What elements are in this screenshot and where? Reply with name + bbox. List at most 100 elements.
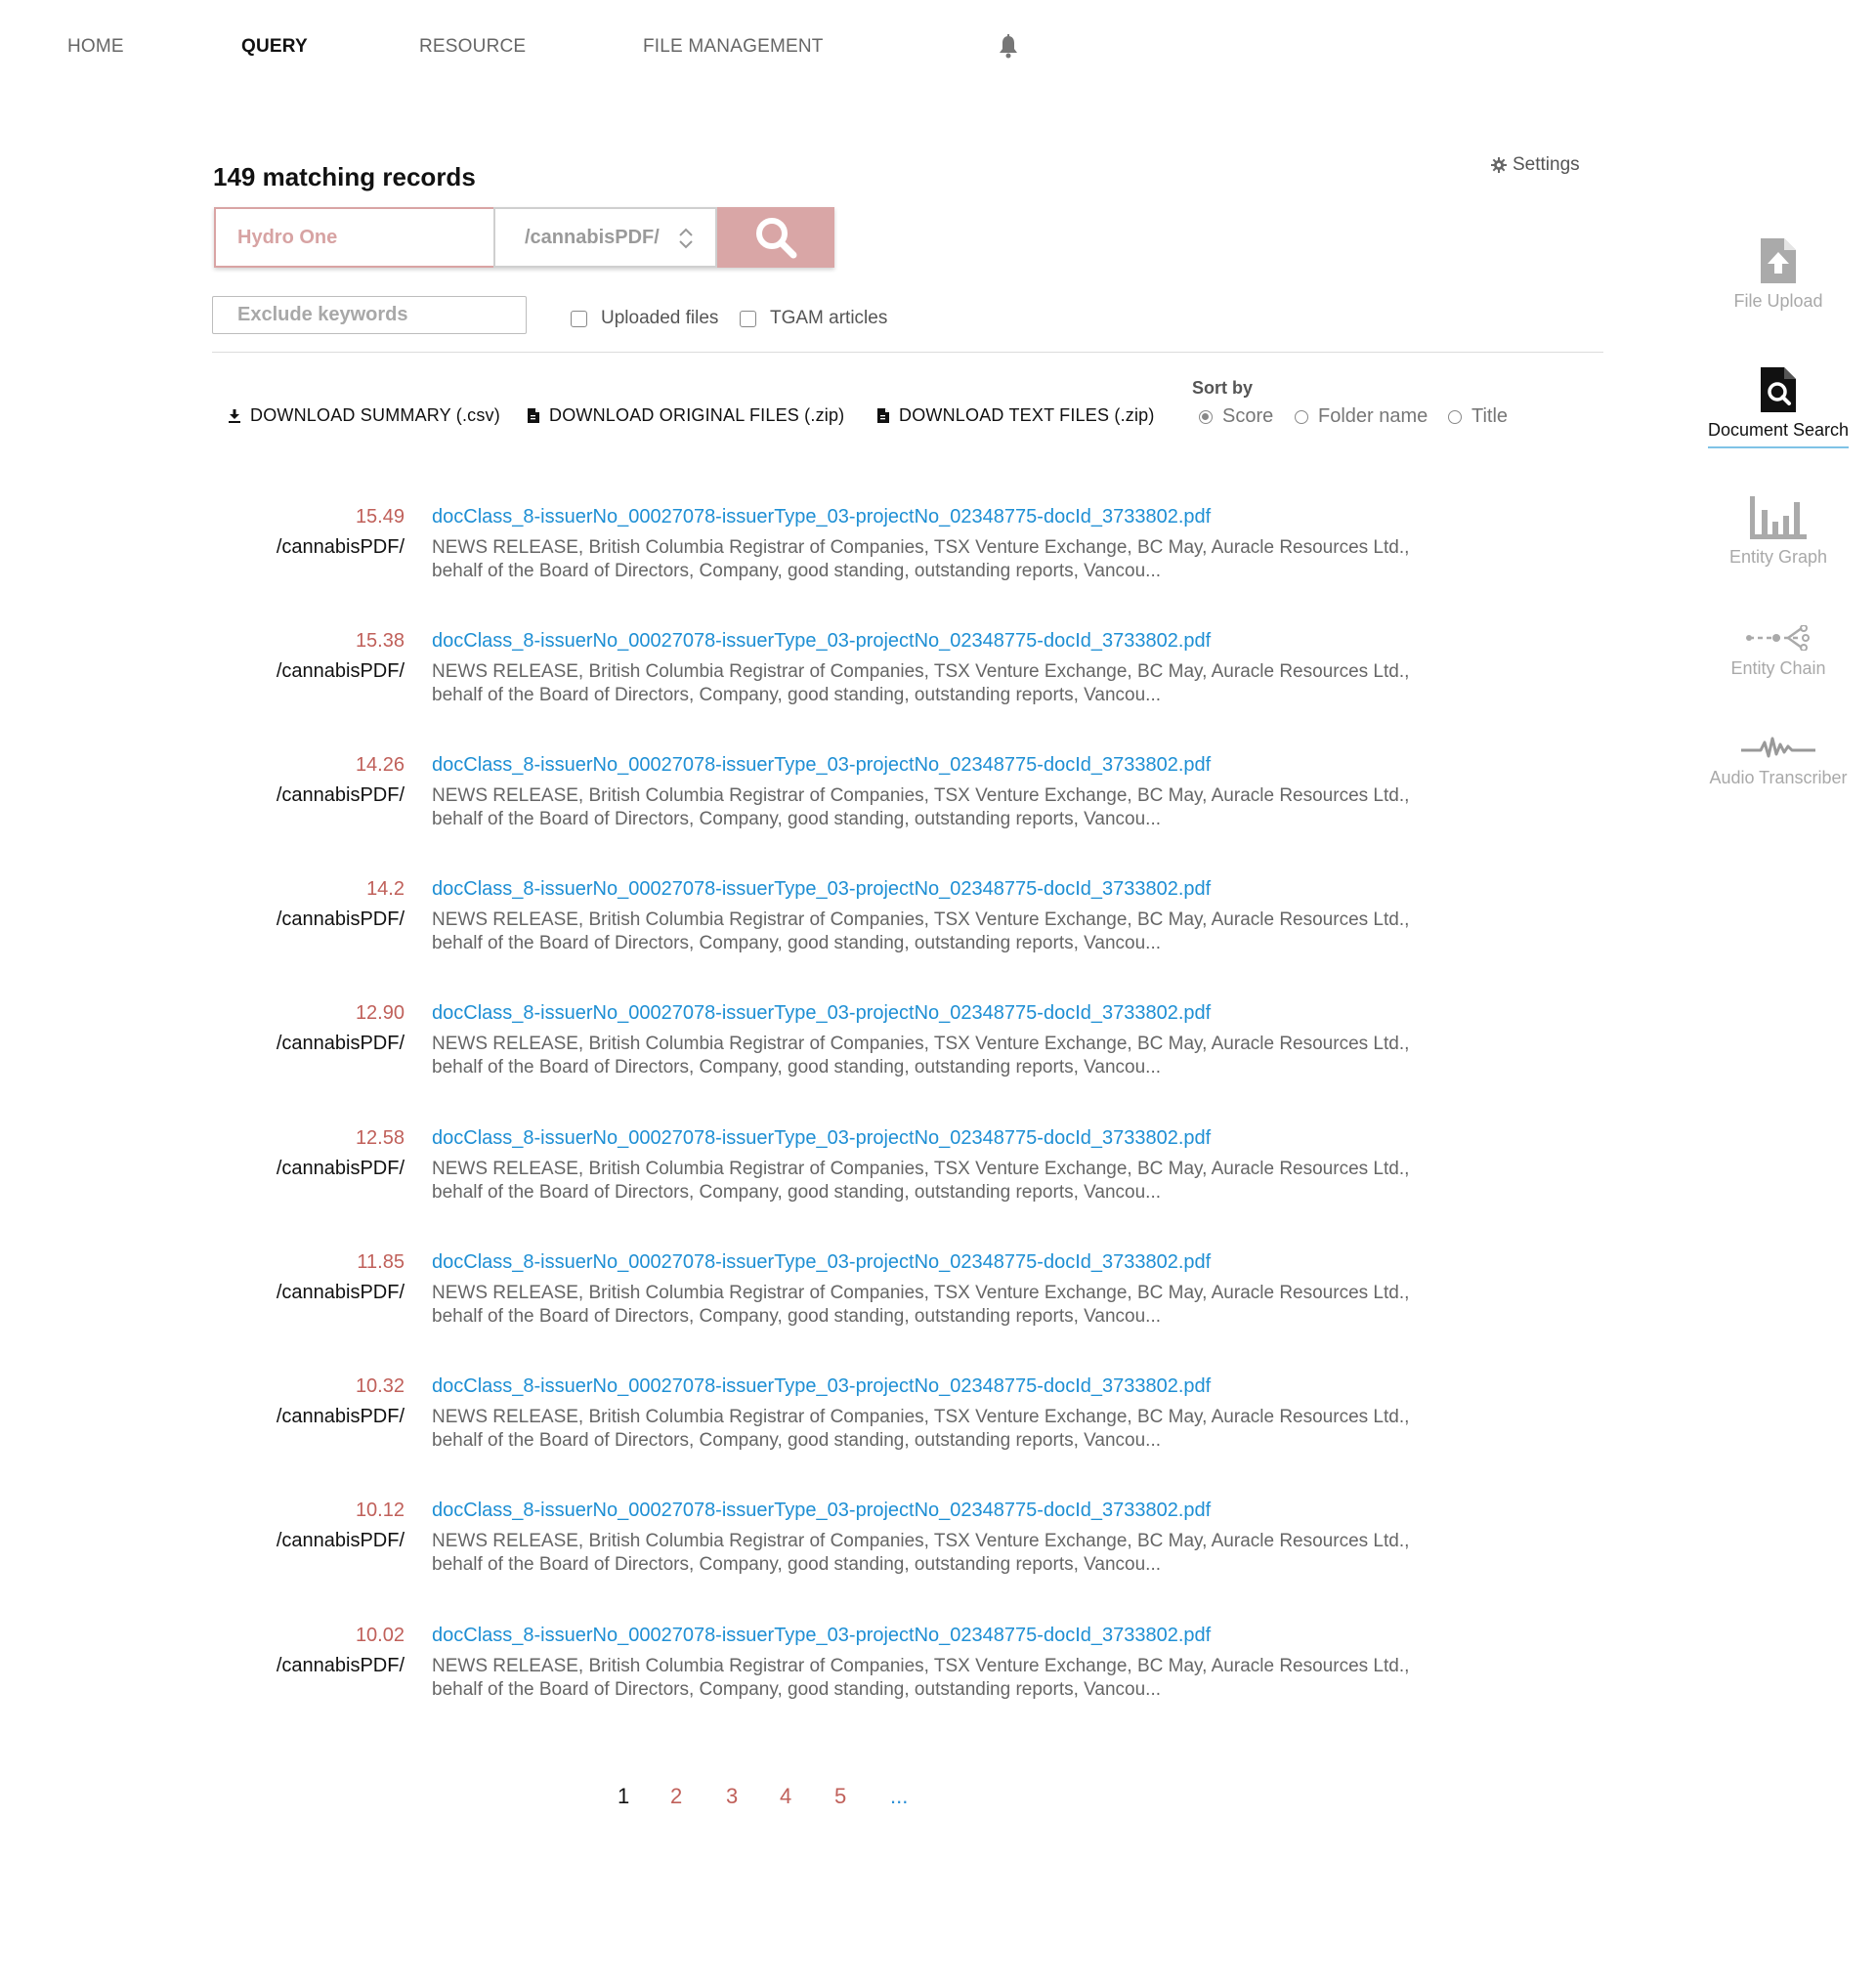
matching-records-count: 149 matching records [213,162,476,191]
result-item: 12.58 /cannabisPDF/ docClass_8-issuerNo_… [0,1127,1563,1225]
download-summary-label: DOWNLOAD SUMMARY (.csv) [250,405,500,425]
settings-link[interactable]: Settings [1491,154,1580,176]
download-icon [229,408,240,423]
uploaded-files-checkbox[interactable]: Uploaded files [571,308,718,329]
tool-file-upload[interactable]: File Upload [1700,238,1856,312]
exclude-keywords-input[interactable] [212,296,527,334]
result-item: 10.12 /cannabisPDF/ docClass_8-issuerNo_… [0,1500,1563,1597]
result-snippet-line: NEWS RELEASE, British Columbia Registrar… [432,661,1410,682]
gear-icon [1491,157,1507,173]
result-score: 12.58 [355,1127,405,1149]
result-folder: /cannabisPDF/ [276,1406,405,1427]
sort-title-radio[interactable]: Title [1448,405,1508,428]
result-score: 10.02 [355,1625,405,1646]
result-item: 15.49 /cannabisPDF/ docClass_8-issuerNo_… [0,506,1563,604]
radio-dot-selected[interactable] [1199,409,1213,424]
result-folder: /cannabisPDF/ [276,536,405,558]
result-snippet-line: NEWS RELEASE, British Columbia Registrar… [432,1034,1410,1054]
result-title-link[interactable]: docClass_8-issuerNo_00027078-issuerType_… [432,754,1211,777]
result-folder: /cannabisPDF/ [276,1282,405,1303]
tool-entity-chain[interactable]: Entity Chain [1700,625,1856,679]
result-title-link[interactable]: docClass_8-issuerNo_00027078-issuerType_… [432,1375,1211,1398]
result-title-link[interactable]: docClass_8-issuerNo_00027078-issuerType_… [432,1625,1211,1647]
result-item: 15.38 /cannabisPDF/ docClass_8-issuerNo_… [0,630,1563,728]
result-snippet-line: NEWS RELEASE, British Columbia Registrar… [432,1283,1410,1303]
result-snippet: NEWS RELEASE, British Columbia Registrar… [432,1530,1477,1577]
audio-transcriber-icon [1741,737,1815,758]
result-snippet-line: behalf of the Board of Directors, Compan… [432,933,1162,953]
nav-home[interactable]: HOME [67,36,124,58]
result-snippet-line: NEWS RELEASE, British Columbia Registrar… [432,1159,1410,1179]
nav-resource[interactable]: RESOURCE [419,36,526,58]
result-snippet-line: behalf of the Board of Directors, Compan… [432,1430,1162,1451]
tool-label: Document Search [1707,420,1850,448]
search-icon [756,218,797,259]
entity-chain-icon [1746,625,1810,651]
result-snippet-line: behalf of the Board of Directors, Compan… [432,809,1162,829]
radio-dot[interactable] [1448,409,1462,424]
tool-audio-transcriber[interactable]: Audio Transcriber [1700,735,1856,788]
sort-score-radio[interactable]: Score [1199,405,1273,428]
folder-select[interactable]: /cannabisPDF/ [493,207,717,268]
bell-icon[interactable] [997,34,1020,60]
result-snippet-line: behalf of the Board of Directors, Compan… [432,1554,1162,1575]
sort-folder-name-radio[interactable]: Folder name [1295,405,1428,428]
result-item: 10.32 /cannabisPDF/ docClass_8-issuerNo_… [0,1375,1563,1473]
result-snippet-line: behalf of the Board of Directors, Compan… [432,685,1162,705]
search-button[interactable] [717,207,834,268]
tool-label: Entity Chain [1730,658,1826,678]
page-5[interactable]: 5 [834,1784,846,1809]
nav-query[interactable]: QUERY [241,36,308,58]
tool-document-search[interactable]: Document Search [1700,367,1856,448]
result-snippet: NEWS RELEASE, British Columbia Registrar… [432,1406,1477,1453]
result-title-link[interactable]: docClass_8-issuerNo_00027078-issuerType_… [432,1002,1211,1025]
search-bar: /cannabisPDF/ [214,207,834,268]
entity-graph-icon [1750,496,1807,539]
result-title-link[interactable]: docClass_8-issuerNo_00027078-issuerType_… [432,1127,1211,1150]
page-more[interactable]: ... [890,1784,908,1809]
tool-entity-graph[interactable]: Entity Graph [1700,496,1856,568]
file-icon [877,408,889,423]
tool-label: File Upload [1733,291,1823,311]
page-1[interactable]: 1 [618,1784,629,1809]
radio-dot[interactable] [1295,409,1308,424]
result-item: 10.02 /cannabisPDF/ docClass_8-issuerNo_… [0,1625,1563,1722]
result-score: 11.85 [357,1251,405,1273]
result-snippet-line: behalf of the Board of Directors, Compan… [432,1306,1162,1327]
download-summary-button[interactable]: DOWNLOAD SUMMARY (.csv) [229,405,500,426]
nav-file-management[interactable]: FILE MANAGEMENT [643,36,824,58]
tgam-articles-checkbox[interactable]: TGAM articles [740,308,887,329]
result-folder: /cannabisPDF/ [276,1530,405,1551]
page-4[interactable]: 4 [780,1784,791,1809]
result-title-link[interactable]: docClass_8-issuerNo_00027078-issuerType_… [432,630,1211,653]
sort-title-label: Title [1471,405,1509,427]
checkbox-box[interactable] [571,310,587,327]
result-snippet-line: behalf of the Board of Directors, Compan… [432,1057,1162,1078]
download-text-files-button[interactable]: DOWNLOAD TEXT FILES (.zip) [877,405,1155,426]
top-nav: HOME QUERY RESOURCE FILE MANAGEMENT [0,0,1876,98]
result-title-link[interactable]: docClass_8-issuerNo_00027078-issuerType_… [432,1500,1211,1522]
result-score: 15.49 [355,506,405,528]
page-2[interactable]: 2 [670,1784,682,1809]
result-title-link[interactable]: docClass_8-issuerNo_00027078-issuerType_… [432,1251,1211,1274]
download-text-files-label: DOWNLOAD TEXT FILES (.zip) [899,405,1155,425]
result-snippet: NEWS RELEASE, British Columbia Registrar… [432,784,1477,831]
page-3[interactable]: 3 [726,1784,738,1809]
checkbox-box[interactable] [740,310,756,327]
result-score: 10.32 [355,1375,405,1397]
result-snippet: NEWS RELEASE, British Columbia Registrar… [432,660,1477,707]
search-input[interactable] [214,207,493,268]
download-original-files-button[interactable]: DOWNLOAD ORIGINAL FILES (.zip) [528,405,844,426]
result-folder: /cannabisPDF/ [276,1655,405,1676]
result-folder: /cannabisPDF/ [276,908,405,930]
result-folder: /cannabisPDF/ [276,1033,405,1054]
result-snippet-line: NEWS RELEASE, British Columbia Registrar… [432,1531,1410,1551]
result-title-link[interactable]: docClass_8-issuerNo_00027078-issuerType_… [432,506,1211,528]
divider [212,352,1603,353]
sort-by-label: Sort by [1192,378,1254,398]
result-snippet-line: NEWS RELEASE, British Columbia Registrar… [432,1407,1410,1427]
tool-label: Audio Transcriber [1709,768,1848,787]
result-title-link[interactable]: docClass_8-issuerNo_00027078-issuerType_… [432,878,1211,901]
result-snippet-line: NEWS RELEASE, British Columbia Registrar… [432,537,1410,558]
result-score: 14.2 [366,878,405,900]
